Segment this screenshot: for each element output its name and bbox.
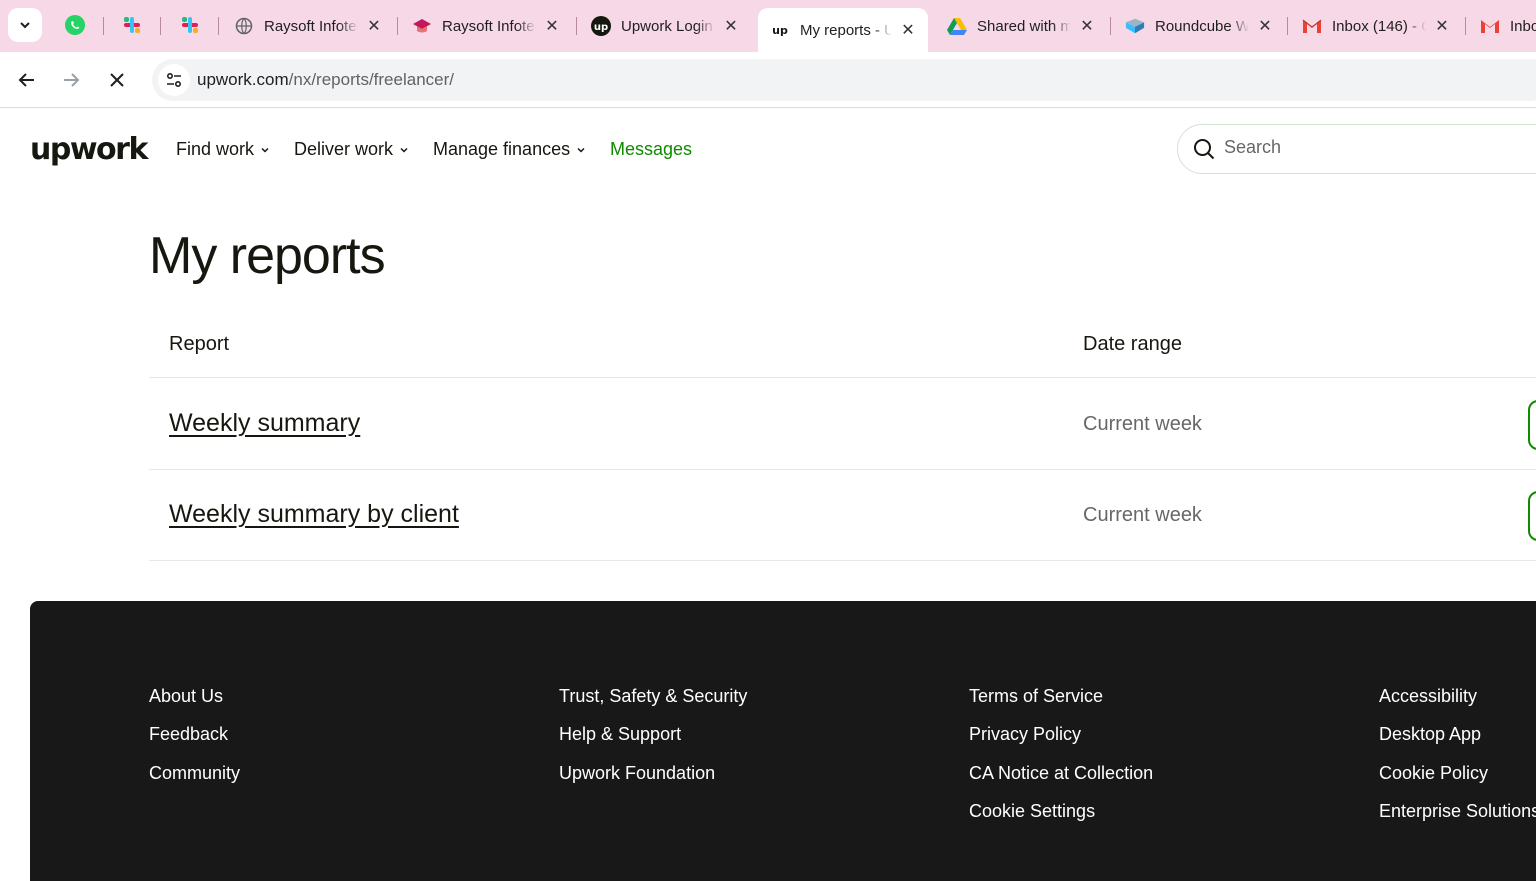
close-icon[interactable]: ✕ [898,20,918,40]
footer-link-feedback[interactable]: Feedback [149,724,228,745]
table-row: Weekly summary Current week [149,379,1536,470]
footer-link-ca-notice[interactable]: CA Notice at Collection [969,763,1153,784]
upwork-icon: up [770,20,790,40]
close-icon[interactable]: ✕ [721,16,741,36]
chevron-down-icon [20,22,30,29]
upwork-icon: up [591,16,611,36]
gmail-icon [1480,16,1500,36]
footer-link-desktop-app[interactable]: Desktop App [1379,724,1481,745]
tab-title: Roundcube Webmail [1155,17,1249,35]
browser-toolbar: upwork.com/nx/reports/freelancer/ [0,52,1536,108]
arrow-right-icon [64,73,80,87]
pinned-tab-slack-2[interactable] [170,8,210,42]
tab-google-drive[interactable]: Shared with me ✕ [935,8,1107,44]
pinned-tab-whatsapp[interactable] [55,8,95,42]
page-title: My reports [149,227,386,285]
upwork-logo[interactable]: upwork [30,132,148,167]
footer-link-terms[interactable]: Terms of Service [969,686,1103,707]
site-header: upwork Find work Deliver work Manage fin… [0,108,1536,192]
footer-link-trust-safety[interactable]: Trust, Safety & Security [559,686,747,707]
tab-gmail-inbox[interactable]: Inbox (146) - Gmail ✕ [1290,8,1462,44]
back-button[interactable] [11,64,43,96]
footer-link-cookie-policy[interactable]: Cookie Policy [1379,763,1488,784]
tab-raysoft-2[interactable]: Raysoft Infotech ✕ [400,8,572,44]
tab-title: Upwork Login [621,17,713,35]
nav-label: Find work [176,139,255,159]
chevron-down-icon [260,145,270,155]
report-link-weekly-summary-by-client[interactable]: Weekly summary by client [169,500,459,529]
pinned-tab-slack-1[interactable] [112,8,152,42]
tab-title: Inbox [1510,17,1536,35]
search-icon [1192,137,1216,166]
nav-find-work[interactable]: Find work [176,139,270,160]
tab-title: Inbox (146) - Gmail [1332,17,1426,35]
url-host: upwork.com [197,70,289,89]
graduation-cap-icon [412,16,432,36]
tab-title: Raysoft Infotech [442,17,536,35]
tab-search-button[interactable] [8,8,42,42]
date-range-value: Current week [1083,504,1202,526]
footer-link-enterprise-solutions[interactable]: Enterprise Solutions [1379,801,1536,822]
date-range-value: Current week [1083,413,1202,435]
footer-link-privacy[interactable]: Privacy Policy [969,724,1081,745]
globe-icon [234,16,254,36]
site-footer: About Us Feedback Community Trust, Safet… [30,601,1536,881]
roundcube-icon [1125,16,1145,36]
gmail-icon [1302,16,1322,36]
close-icon[interactable]: ✕ [364,16,384,36]
nav-messages[interactable]: Messages [610,139,692,160]
close-icon[interactable]: ✕ [1432,16,1452,36]
run-report-button[interactable] [1528,400,1536,450]
footer-link-help-support[interactable]: Help & Support [559,724,681,745]
tab-title: Shared with me [977,17,1071,35]
close-icon [110,73,124,87]
close-icon[interactable]: ✕ [1255,16,1275,36]
column-header-report: Report [169,333,230,355]
chevron-down-icon [576,145,586,155]
run-report-button[interactable] [1528,491,1536,541]
tab-gmail-inbox-2[interactable]: Inbox [1468,8,1536,44]
footer-link-upwork-foundation[interactable]: Upwork Foundation [559,763,715,784]
slack-icon [124,17,140,33]
close-icon[interactable]: ✕ [1077,16,1097,36]
search-input[interactable] [1224,137,1524,158]
footer-link-accessibility[interactable]: Accessibility [1379,686,1477,707]
slack-icon [182,17,198,33]
table-row: Weekly summary by client Current week [149,470,1536,561]
table-header: Report Date range [149,320,1536,378]
footer-link-about-us[interactable]: About Us [149,686,223,707]
svg-text:up: up [594,22,608,33]
column-header-date-range: Date range [1083,333,1182,355]
address-bar[interactable]: upwork.com/nx/reports/freelancer/ [152,59,1536,101]
report-link-weekly-summary[interactable]: Weekly summary [169,409,360,438]
footer-link-cookie-settings[interactable]: Cookie Settings [969,801,1095,822]
whatsapp-icon [65,15,85,35]
tab-strip: Raysoft Infotech ✕ Raysoft Infotech ✕ up… [0,0,1536,52]
nav-label: Manage finances [433,139,571,159]
stop-loading-button[interactable] [101,64,133,96]
tab-title: Raysoft Infotech [264,17,358,35]
url-text[interactable]: upwork.com/nx/reports/freelancer/ [197,70,454,90]
tab-raysoft-1[interactable]: Raysoft Infotech ✕ [222,8,394,44]
tab-title: My reports - Upwork [800,21,892,39]
search-box[interactable] [1177,124,1536,174]
tab-my-reports[interactable]: up My reports - Upwork ✕ [758,8,928,52]
nav-label: Deliver work [294,139,394,159]
footer-link-community[interactable]: Community [149,763,240,784]
google-drive-icon [947,16,967,36]
chevron-down-icon [399,145,409,155]
site-info-icon[interactable] [158,64,190,96]
svg-text:up: up [772,24,788,37]
url-path: /nx/reports/freelancer/ [288,70,454,89]
nav-manage-finances[interactable]: Manage finances [433,139,586,160]
forward-button[interactable] [55,64,87,96]
arrow-left-icon [18,73,34,87]
tab-roundcube[interactable]: Roundcube Webmail ✕ [1113,8,1285,44]
nav-deliver-work[interactable]: Deliver work [294,139,409,160]
close-icon[interactable]: ✕ [542,16,562,36]
tab-upwork-login[interactable]: up Upwork Login ✕ [579,8,751,44]
